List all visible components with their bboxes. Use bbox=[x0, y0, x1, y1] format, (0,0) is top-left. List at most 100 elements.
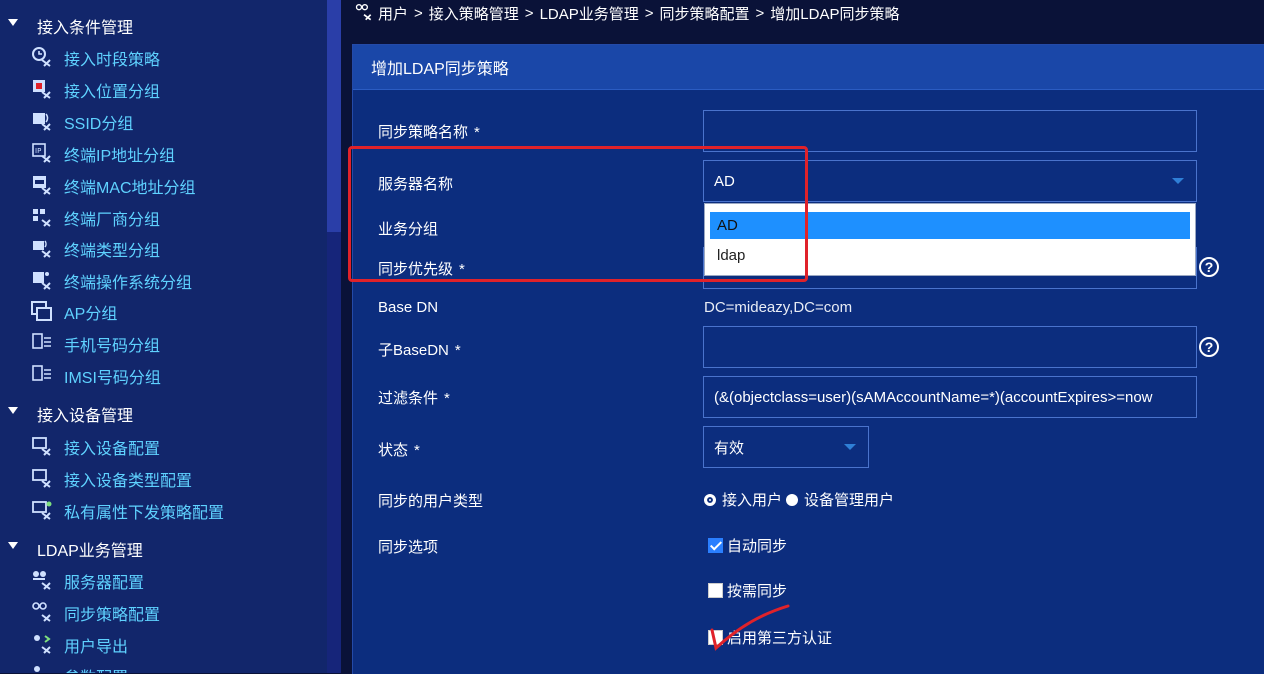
sync-options-label: 同步选项 bbox=[378, 539, 439, 556]
sidebar-item-server-config[interactable]: 服务器配置 bbox=[30, 566, 326, 596]
sidebar-item-private-attr-policy[interactable]: 私有属性下发策略配置 bbox=[30, 496, 326, 526]
caret-down-icon bbox=[8, 541, 18, 549]
status-value: 有效 bbox=[714, 439, 745, 457]
vendor-group-icon bbox=[30, 206, 54, 230]
base-dn-value: DC=mideazy,DC=com bbox=[704, 299, 853, 316]
checkbox-third-party-auth[interactable] bbox=[708, 630, 723, 645]
sidebar-item-label: 接入时段策略 bbox=[64, 52, 161, 69]
param-config-icon bbox=[30, 664, 54, 673]
ssid-group-icon bbox=[30, 110, 54, 134]
radio-access-user[interactable] bbox=[704, 493, 716, 506]
sidebar-item-device-config[interactable]: 接入设备配置 bbox=[30, 432, 326, 462]
checkbox-label: 按需同步 bbox=[727, 583, 788, 600]
sidebar-item-sync-policy-config[interactable]: 同步策略配置 bbox=[30, 598, 326, 628]
breadcrumb-item-current: 增加LDAP同步策略 bbox=[770, 5, 900, 23]
sidebar-item-vendor-group[interactable]: 终端厂商分组 bbox=[30, 203, 326, 233]
device-type-icon bbox=[30, 467, 54, 491]
scrollbar-track bbox=[327, 232, 341, 673]
checkbox-auto-sync[interactable] bbox=[708, 538, 723, 553]
sidebar-item-label: 服务器配置 bbox=[64, 575, 145, 592]
checkbox-auto-sync-row: 自动同步 bbox=[708, 535, 787, 556]
sidebar-item-os-group[interactable]: 终端操作系统分组 bbox=[30, 266, 326, 296]
filter-label: 过滤条件 * bbox=[378, 387, 450, 408]
highlight-annotation-box bbox=[348, 146, 808, 282]
filter-input[interactable]: (&(objectclass=user)(sAMAccountName=*)(a… bbox=[703, 376, 1197, 418]
breadcrumb-item-access-policy[interactable]: 接入策略管理 bbox=[429, 3, 519, 24]
sidebar-item-mac-group[interactable]: 终端MAC地址分组 bbox=[30, 171, 326, 201]
sidebar-group-access-devices[interactable]: 接入设备管理 bbox=[0, 400, 326, 428]
sidebar-item-label: IMSI号码分组 bbox=[64, 370, 161, 387]
breadcrumb-item-users[interactable]: 用户 bbox=[378, 3, 408, 24]
status-select[interactable]: 有效 bbox=[703, 426, 869, 468]
sidebar-nav: 接入条件管理 接入时段策略 接入位置分组 SSID分组 IP 终端IP地址分组 … bbox=[0, 0, 328, 673]
ip-group-icon: IP bbox=[30, 142, 54, 166]
sidebar-item-label: 接入设备配置 bbox=[64, 441, 161, 458]
radio-label: 接入用户 bbox=[722, 492, 783, 509]
dropdown-caret-icon bbox=[1172, 178, 1184, 184]
breadcrumb-item-ldap[interactable]: LDAP业务管理 bbox=[540, 3, 639, 24]
sidebar-group-label: 接入条件管理 bbox=[37, 20, 134, 37]
sidebar-group-access-conditions[interactable]: 接入条件管理 bbox=[0, 12, 326, 40]
sidebar-item-ap-group[interactable]: AP分组 bbox=[30, 297, 326, 327]
label-text: 子BaseDN bbox=[378, 342, 449, 359]
panel-title: 增加LDAP同步策略 bbox=[353, 45, 1264, 90]
time-policy-icon bbox=[30, 46, 54, 70]
server-config-icon bbox=[30, 569, 54, 593]
radio-device-admin-user[interactable] bbox=[786, 493, 799, 506]
location-group-icon bbox=[30, 78, 54, 102]
sidebar-group-ldap[interactable]: LDAP业务管理 bbox=[0, 535, 326, 563]
sidebar-item-label: SSID分组 bbox=[64, 116, 134, 133]
dropdown-caret-icon bbox=[844, 444, 856, 450]
os-group-icon bbox=[30, 269, 54, 293]
checkbox-on-demand-sync-row: 按需同步 bbox=[708, 580, 787, 601]
sidebar-item-label: AP分组 bbox=[64, 306, 118, 323]
sidebar-item-label: 用户导出 bbox=[64, 639, 129, 656]
breadcrumb-separator: > bbox=[414, 4, 423, 22]
sidebar-item-imsi-group[interactable]: IMSI号码分组 bbox=[30, 361, 326, 391]
sidebar-item-label: 手机号码分组 bbox=[64, 338, 161, 355]
sidebar-item-label: 终端MAC地址分组 bbox=[64, 180, 196, 197]
policy-name-label: 同步策略名称 * bbox=[378, 121, 480, 142]
user-type-radio-group: 接入用户 设备管理用户 bbox=[704, 489, 894, 510]
terminal-type-icon bbox=[30, 237, 54, 261]
sidebar-item-time-policy[interactable]: 接入时段策略 bbox=[30, 43, 326, 73]
sidebar-item-param-config[interactable]: 参数配置 bbox=[30, 661, 326, 673]
sub-base-dn-input[interactable] bbox=[703, 326, 1197, 368]
sidebar-group-label: 接入设备管理 bbox=[37, 408, 134, 425]
sub-base-dn-label: 子BaseDN * bbox=[378, 339, 461, 360]
label-text: 过滤条件 bbox=[378, 390, 439, 407]
help-icon[interactable]: ? bbox=[1199, 337, 1219, 357]
user-type-label: 同步的用户类型 bbox=[378, 493, 484, 510]
sidebar-item-label: 接入位置分组 bbox=[64, 84, 161, 101]
sidebar-item-label: 参数配置 bbox=[64, 664, 128, 673]
checkbox-third-party-auth-row: 启用第三方认证 bbox=[708, 627, 832, 648]
breadcrumb-item-sync-policy[interactable]: 同步策略配置 bbox=[660, 3, 750, 24]
scrollbar-thumb[interactable] bbox=[327, 0, 341, 232]
sidebar-item-ip-group[interactable]: IP 终端IP地址分组 bbox=[30, 139, 326, 169]
phone-group-icon bbox=[30, 332, 54, 356]
imsi-group-icon bbox=[30, 364, 54, 388]
sidebar-item-phone-group[interactable]: 手机号码分组 bbox=[30, 329, 326, 359]
sidebar-group-label: LDAP业务管理 bbox=[37, 543, 143, 560]
sidebar-item-label: 接入设备类型配置 bbox=[64, 473, 193, 490]
sync-policy-icon bbox=[30, 601, 54, 625]
required-mark: * bbox=[474, 124, 480, 141]
private-attr-icon bbox=[30, 499, 54, 523]
caret-down-icon bbox=[8, 406, 18, 414]
help-icon[interactable]: ? bbox=[1199, 257, 1219, 277]
breadcrumb-separator: > bbox=[644, 4, 654, 22]
checkbox-on-demand-sync[interactable] bbox=[708, 583, 723, 598]
sidebar-item-location-group[interactable]: 接入位置分组 bbox=[30, 75, 326, 105]
sidebar-item-ssid-group[interactable]: SSID分组 bbox=[30, 107, 326, 137]
caret-down-icon bbox=[8, 18, 18, 26]
breadcrumb: 用户 > 接入策略管理 > LDAP业务管理 > 同步策略配置 > 增加LDAP… bbox=[354, 2, 899, 24]
sidebar-item-label: 终端操作系统分组 bbox=[64, 275, 193, 292]
sidebar-item-terminal-type-group[interactable]: 终端类型分组 bbox=[30, 234, 326, 264]
sidebar-item-label: 终端类型分组 bbox=[64, 243, 161, 260]
required-mark: * bbox=[414, 442, 420, 459]
user-export-icon bbox=[30, 633, 54, 657]
sidebar-scrollbar[interactable] bbox=[327, 0, 341, 673]
label-text: 状态 bbox=[378, 442, 409, 459]
sidebar-item-user-export[interactable]: 用户导出 bbox=[30, 630, 326, 660]
sidebar-item-device-type-config[interactable]: 接入设备类型配置 bbox=[30, 464, 326, 494]
